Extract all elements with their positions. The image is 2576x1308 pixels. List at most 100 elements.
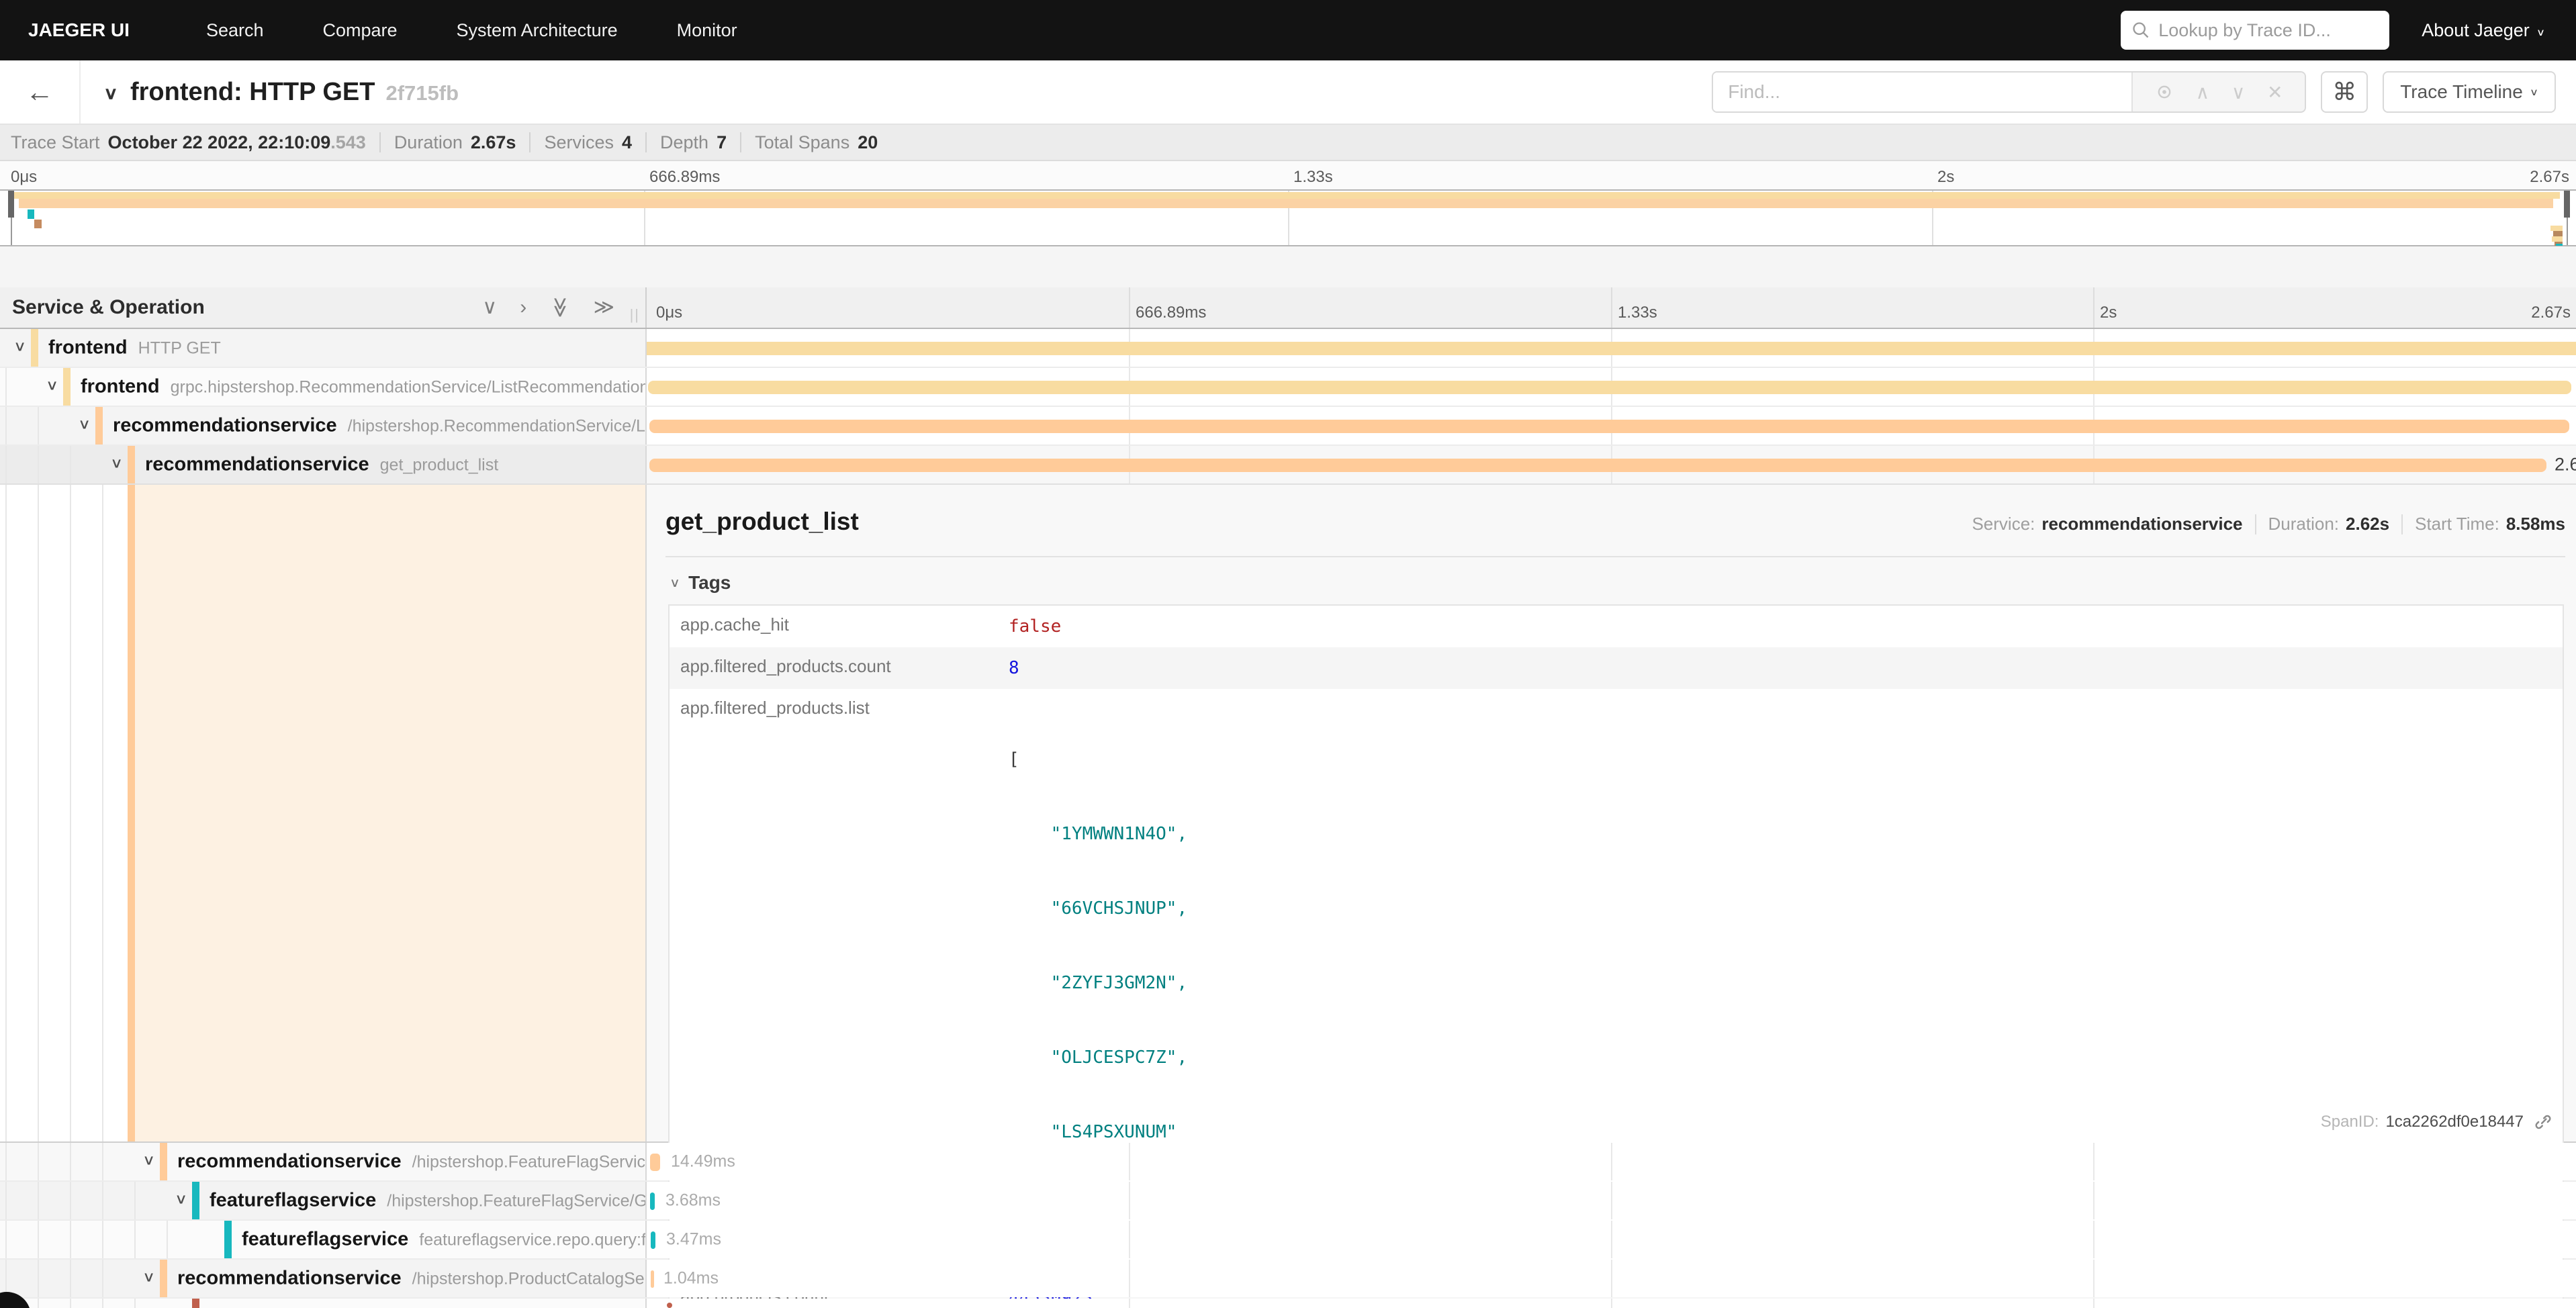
tag-key: app.cache_hit bbox=[670, 606, 1009, 635]
locate-icon[interactable] bbox=[2155, 83, 2174, 101]
span-name-cell[interactable]: ∨ frontendHTTP GET bbox=[0, 329, 647, 367]
span-name-cell[interactable]: ∨ recommendationservice/hipstershop.Reco… bbox=[0, 407, 647, 445]
tick-label: 1.33s bbox=[1618, 303, 1657, 322]
span-bar[interactable] bbox=[649, 420, 2569, 433]
collapse-one-icon[interactable]: ∨ bbox=[482, 297, 497, 318]
tag-key: app.filtered_products.count bbox=[670, 647, 1009, 677]
prev-result-icon[interactable]: ∧ bbox=[2196, 81, 2210, 103]
span-timeline-cell[interactable] bbox=[647, 1299, 2576, 1308]
span-name-cell[interactable] bbox=[0, 1299, 647, 1308]
tag-row: app.cache_hit false bbox=[670, 606, 2563, 647]
timeline-columns-header: Service & Operation ∨ › ≫ ≫ || 0μs 666.8… bbox=[0, 287, 2576, 329]
arrow-left-icon: ← bbox=[26, 76, 54, 108]
back-button[interactable]: ← bbox=[0, 60, 81, 124]
span-bar[interactable] bbox=[650, 1154, 660, 1171]
span-detail-tint bbox=[135, 485, 645, 1141]
minimap-span bbox=[13, 192, 2560, 199]
span-name-cell[interactable]: ∨ recommendationserviceget_product_list bbox=[0, 446, 647, 483]
collapse-all-icon[interactable]: ≫ bbox=[550, 297, 570, 318]
chevron-down-icon: ∨ bbox=[2536, 27, 2545, 38]
nav-item-compare[interactable]: Compare bbox=[293, 20, 427, 41]
service-operation-header: Service & Operation bbox=[12, 296, 205, 319]
table-row-selected: ∨ recommendationserviceget_product_list … bbox=[0, 446, 2576, 485]
nav-item-system-architecture[interactable]: System Architecture bbox=[427, 20, 647, 41]
span-timeline-cell[interactable]: 1.04ms bbox=[647, 1260, 2576, 1297]
search-icon bbox=[2131, 21, 2150, 40]
span-name-cell[interactable]: ∨ recommendationservice/hipstershop.Prod… bbox=[0, 1260, 647, 1297]
chevron-down-icon[interactable]: ∨ bbox=[78, 416, 91, 432]
find-group: Find... ∧ ∨ ✕ bbox=[1712, 71, 2306, 113]
span-bar[interactable] bbox=[649, 459, 2546, 472]
chevron-down-icon[interactable]: ∨ bbox=[142, 1152, 155, 1168]
span-timeline-cell[interactable] bbox=[647, 329, 2576, 367]
span-color-bar bbox=[95, 407, 103, 445]
span-bar[interactable] bbox=[667, 1303, 672, 1308]
column-resize-handle[interactable]: || bbox=[630, 306, 640, 324]
chevron-down-icon[interactable]: ∨ bbox=[142, 1268, 155, 1285]
tick-label: 0μs bbox=[656, 303, 682, 322]
trace-id-short: 2f715fb bbox=[385, 81, 459, 105]
span-timeline-cell[interactable]: 14.49ms bbox=[647, 1143, 2576, 1180]
divider bbox=[2401, 514, 2403, 534]
span-name-cell[interactable]: ∨ frontendgrpc.hipstershop.Recommendatio… bbox=[0, 368, 647, 406]
minimap-canvas[interactable] bbox=[0, 189, 2576, 246]
span-timeline-cell[interactable] bbox=[647, 407, 2576, 445]
expand-all-icon[interactable]: ≫ bbox=[594, 297, 614, 318]
trace-title[interactable]: ∨ frontend: HTTP GET 2f715fb bbox=[81, 78, 459, 107]
span-timeline-cell[interactable] bbox=[647, 368, 2576, 406]
table-row: featureflagservicefeatureflagservice.rep… bbox=[0, 1221, 2576, 1260]
tags-title: Tags bbox=[688, 572, 731, 594]
chevron-down-icon[interactable]: ∨ bbox=[110, 455, 123, 471]
chevron-down-icon[interactable]: ∨ bbox=[13, 338, 26, 355]
about-jaeger-menu[interactable]: About Jaeger∨ bbox=[2422, 20, 2545, 41]
span-duration-label: 1.04ms bbox=[663, 1269, 719, 1289]
span-name-cell[interactable]: ∨ recommendationservice/hipstershop.Feat… bbox=[0, 1143, 647, 1180]
span-service: featureflagservice bbox=[242, 1229, 408, 1250]
chevron-down-icon[interactable]: ∨ bbox=[103, 83, 118, 103]
chevron-down-icon[interactable]: ∨ bbox=[175, 1190, 187, 1207]
span-bar[interactable] bbox=[648, 381, 2571, 394]
depth-label: Depth bbox=[660, 132, 708, 153]
span-color-column[interactable] bbox=[128, 485, 135, 1141]
viewport-left-handle[interactable] bbox=[8, 191, 14, 218]
tag-row: app.filtered_products.count 8 bbox=[670, 647, 2563, 689]
command-icon: ⌘ bbox=[2332, 78, 2356, 106]
table-row bbox=[0, 1299, 2576, 1308]
span-bar[interactable] bbox=[650, 1193, 655, 1210]
expand-one-icon[interactable]: › bbox=[520, 297, 526, 318]
span-bar[interactable] bbox=[647, 342, 2576, 355]
span-timeline-cell[interactable]: 3.47ms bbox=[647, 1221, 2576, 1258]
viewport-right-handle[interactable] bbox=[2564, 191, 2570, 218]
span-timeline-cell[interactable]: 3.68ms bbox=[647, 1182, 2576, 1219]
depth-value: 7 bbox=[717, 132, 727, 153]
keyboard-shortcuts-button[interactable]: ⌘ bbox=[2321, 71, 2368, 113]
span-timeline-cell[interactable]: 2.62s bbox=[647, 446, 2576, 483]
minimap-span bbox=[28, 209, 34, 219]
tags-section-toggle[interactable]: ∨ Tags bbox=[670, 572, 2565, 594]
span-bar[interactable] bbox=[651, 1231, 655, 1249]
nav-item-search[interactable]: Search bbox=[177, 20, 293, 41]
clear-find-icon[interactable]: ✕ bbox=[2267, 81, 2283, 103]
span-bar[interactable] bbox=[651, 1270, 654, 1288]
app-logo[interactable]: JAEGER UI bbox=[28, 19, 130, 41]
span-id-row: SpanID: 1ca2262df0e18447 bbox=[2321, 1112, 2553, 1132]
next-result-icon[interactable]: ∨ bbox=[2232, 81, 2246, 103]
span-color-bar bbox=[224, 1221, 232, 1258]
chevron-down-icon[interactable]: ∨ bbox=[46, 377, 58, 393]
link-icon[interactable] bbox=[2533, 1112, 2553, 1132]
trace-title-text: frontend: HTTP GET bbox=[130, 78, 375, 107]
tick-label: 2s bbox=[2100, 303, 2117, 322]
span-name-cell[interactable]: featureflagservicefeatureflagservice.rep… bbox=[0, 1221, 647, 1258]
table-row: ∨ featureflagservice/hipstershop.Feature… bbox=[0, 1182, 2576, 1221]
duration-label: Duration: bbox=[2268, 514, 2340, 534]
span-operation: get_product_list bbox=[380, 456, 499, 475]
find-input[interactable]: Find... bbox=[1713, 73, 2131, 111]
span-name-cell[interactable]: ∨ featureflagservice/hipstershop.Feature… bbox=[0, 1182, 647, 1219]
span-color-bar bbox=[63, 368, 71, 406]
trace-view-selector[interactable]: Trace Timeline∨ bbox=[2383, 71, 2556, 113]
span-service: recommendationservice bbox=[113, 415, 337, 436]
nav-item-monitor[interactable]: Monitor bbox=[647, 20, 767, 41]
trace-id-lookup-input[interactable]: Lookup by Trace ID... bbox=[2121, 11, 2389, 50]
span-service: frontend bbox=[81, 376, 160, 398]
spacer bbox=[0, 246, 2576, 287]
